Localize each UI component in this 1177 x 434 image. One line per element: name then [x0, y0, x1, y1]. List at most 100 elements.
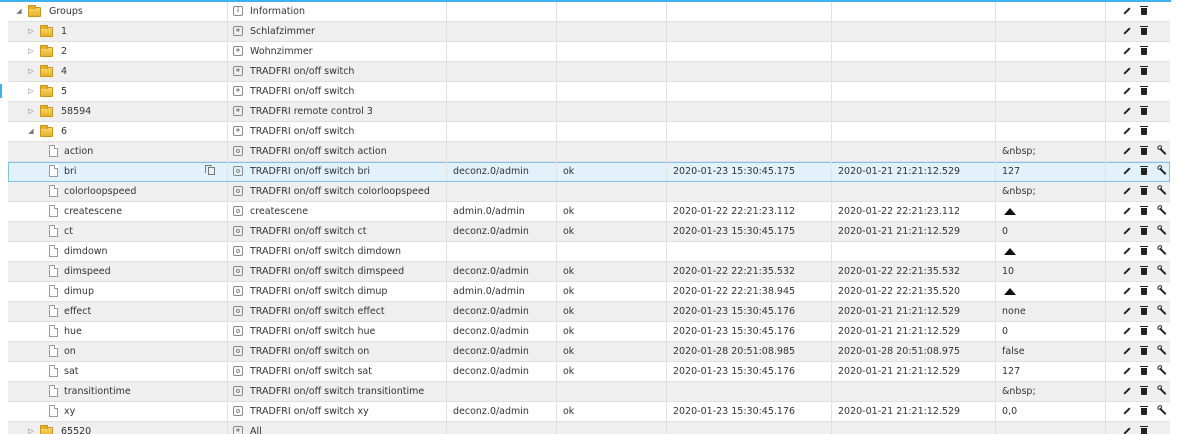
state-row[interactable]: ct TRADFRI on/off switch ct deconz.0/admin… [8, 222, 1170, 242]
state-row[interactable]: sat TRADFRI on/off switch sat deconz.0/adm… [8, 362, 1170, 382]
collapsed-toggle-icon[interactable]: ▷ [26, 82, 36, 101]
settings-wrench-icon[interactable] [1157, 186, 1167, 197]
settings-wrench-icon[interactable] [1157, 166, 1167, 177]
state-row[interactable]: dimspeed TRADFRI on/off switch dimspeed de… [8, 262, 1170, 282]
folder-row[interactable]: ▷ 1 ⌗ Schlafzimmer [8, 22, 1170, 42]
edit-pencil-icon[interactable] [1122, 106, 1132, 117]
collapsed-toggle-icon[interactable]: ▷ [26, 422, 36, 434]
value-cell[interactable]: none [996, 302, 1106, 321]
delete-trash-icon[interactable] [1139, 86, 1149, 97]
value-cell[interactable]: &nbsp; [996, 182, 1106, 201]
delete-trash-icon[interactable] [1139, 146, 1149, 157]
collapsed-toggle-icon[interactable]: ▷ [26, 22, 36, 41]
delete-trash-icon[interactable] [1139, 186, 1149, 197]
state-row[interactable]: bri TRADFRI on/off switch bri deconz.0/adm… [8, 162, 1170, 182]
delete-trash-icon[interactable] [1139, 406, 1149, 417]
edit-pencil-icon[interactable] [1122, 46, 1132, 57]
folder-row[interactable]: ▷ 5 ⌗ TRADFRI on/off switch [8, 82, 1170, 102]
delete-trash-icon[interactable] [1139, 206, 1149, 217]
settings-wrench-icon[interactable] [1157, 226, 1167, 237]
delete-trash-icon[interactable] [1139, 106, 1149, 117]
value-cell[interactable]: 0 [996, 222, 1106, 241]
delete-trash-icon[interactable] [1139, 66, 1149, 77]
expanded-toggle-icon[interactable]: ◢ [14, 2, 24, 21]
edit-pencil-icon[interactable] [1122, 66, 1132, 77]
edit-pencil-icon[interactable] [1122, 126, 1132, 137]
value-cell[interactable] [996, 242, 1106, 261]
edit-pencil-icon[interactable] [1122, 286, 1132, 297]
edit-pencil-icon[interactable] [1122, 346, 1132, 357]
value-cell[interactable]: 0,0 [996, 402, 1106, 421]
folder-row[interactable]: ▷ 4 ⌗ TRADFRI on/off switch [8, 62, 1170, 82]
settings-wrench-icon[interactable] [1157, 266, 1167, 277]
value-cell[interactable]: &nbsp; [996, 382, 1106, 401]
edit-pencil-icon[interactable] [1122, 406, 1132, 417]
value-cell[interactable]: 0 [996, 322, 1106, 341]
edit-pencil-icon[interactable] [1122, 226, 1132, 237]
delete-trash-icon[interactable] [1139, 386, 1149, 397]
value-cell[interactable]: 127 [996, 162, 1106, 181]
delete-trash-icon[interactable] [1139, 426, 1149, 434]
edit-pencil-icon[interactable] [1122, 146, 1132, 157]
value-cell[interactable] [996, 422, 1106, 434]
state-row[interactable]: action TRADFRI on/off switch action &nbsp; [8, 142, 1170, 162]
settings-wrench-icon[interactable] [1157, 346, 1167, 357]
delete-trash-icon[interactable] [1139, 166, 1149, 177]
value-cell[interactable] [996, 22, 1106, 41]
edit-pencil-icon[interactable] [1122, 26, 1132, 37]
settings-wrench-icon[interactable] [1157, 246, 1167, 257]
folder-row[interactable]: ▷ 2 ⌗ Wohnzimmer [8, 42, 1170, 62]
edit-pencil-icon[interactable] [1122, 266, 1132, 277]
collapsed-toggle-icon[interactable]: ▷ [26, 42, 36, 61]
button-state-icon[interactable] [1004, 288, 1016, 295]
edit-pencil-icon[interactable] [1122, 186, 1132, 197]
delete-trash-icon[interactable] [1139, 6, 1149, 17]
settings-wrench-icon[interactable] [1157, 206, 1167, 217]
settings-wrench-icon[interactable] [1157, 386, 1167, 397]
copy-icon[interactable] [205, 165, 215, 175]
settings-wrench-icon[interactable] [1157, 326, 1167, 337]
value-cell[interactable] [996, 282, 1106, 301]
value-cell[interactable] [996, 102, 1106, 121]
value-cell[interactable] [996, 42, 1106, 61]
state-row[interactable]: dimdown TRADFRI on/off switch dimdown [8, 242, 1170, 262]
edit-pencil-icon[interactable] [1122, 6, 1132, 17]
folder-row[interactable]: ◢ Groups i Information [8, 2, 1170, 22]
value-cell[interactable] [996, 2, 1106, 21]
delete-trash-icon[interactable] [1139, 246, 1149, 257]
delete-trash-icon[interactable] [1139, 346, 1149, 357]
state-row[interactable]: dimup TRADFRI on/off switch dimup admin.0/… [8, 282, 1170, 302]
value-cell[interactable]: 127 [996, 362, 1106, 381]
edit-pencil-icon[interactable] [1122, 306, 1132, 317]
folder-row[interactable]: ▷ 58594 ⌗ TRADFRI remote control 3 [8, 102, 1170, 122]
collapsed-toggle-icon[interactable]: ▷ [26, 102, 36, 121]
delete-trash-icon[interactable] [1139, 266, 1149, 277]
settings-wrench-icon[interactable] [1157, 306, 1167, 317]
state-row[interactable]: on TRADFRI on/off switch on deconz.0/admin… [8, 342, 1170, 362]
value-cell[interactable] [996, 62, 1106, 81]
state-row[interactable]: colorloopspeed TRADFRI on/off switch colo… [8, 182, 1170, 202]
value-cell[interactable]: 10 [996, 262, 1106, 281]
folder-row[interactable]: ▷ 65520 ⌗ All [8, 422, 1170, 434]
value-cell[interactable] [996, 202, 1106, 221]
state-row[interactable]: xy TRADFRI on/off switch xy deconz.0/admin… [8, 402, 1170, 422]
button-state-icon[interactable] [1004, 248, 1016, 255]
value-cell[interactable] [996, 82, 1106, 101]
delete-trash-icon[interactable] [1139, 226, 1149, 237]
delete-trash-icon[interactable] [1139, 46, 1149, 57]
state-row[interactable]: transitiontime TRADFRI on/off switch tran… [8, 382, 1170, 402]
settings-wrench-icon[interactable] [1157, 286, 1167, 297]
button-state-icon[interactable] [1004, 208, 1016, 215]
value-cell[interactable]: false [996, 342, 1106, 361]
delete-trash-icon[interactable] [1139, 366, 1149, 377]
edit-pencil-icon[interactable] [1122, 86, 1132, 97]
state-row[interactable]: hue TRADFRI on/off switch hue deconz.0/adm… [8, 322, 1170, 342]
value-cell[interactable]: &nbsp; [996, 142, 1106, 161]
delete-trash-icon[interactable] [1139, 306, 1149, 317]
expanded-toggle-icon[interactable]: ◢ [26, 122, 36, 141]
delete-trash-icon[interactable] [1139, 26, 1149, 37]
edit-pencil-icon[interactable] [1122, 246, 1132, 257]
delete-trash-icon[interactable] [1139, 326, 1149, 337]
edit-pencil-icon[interactable] [1122, 326, 1132, 337]
edit-pencil-icon[interactable] [1122, 426, 1132, 434]
